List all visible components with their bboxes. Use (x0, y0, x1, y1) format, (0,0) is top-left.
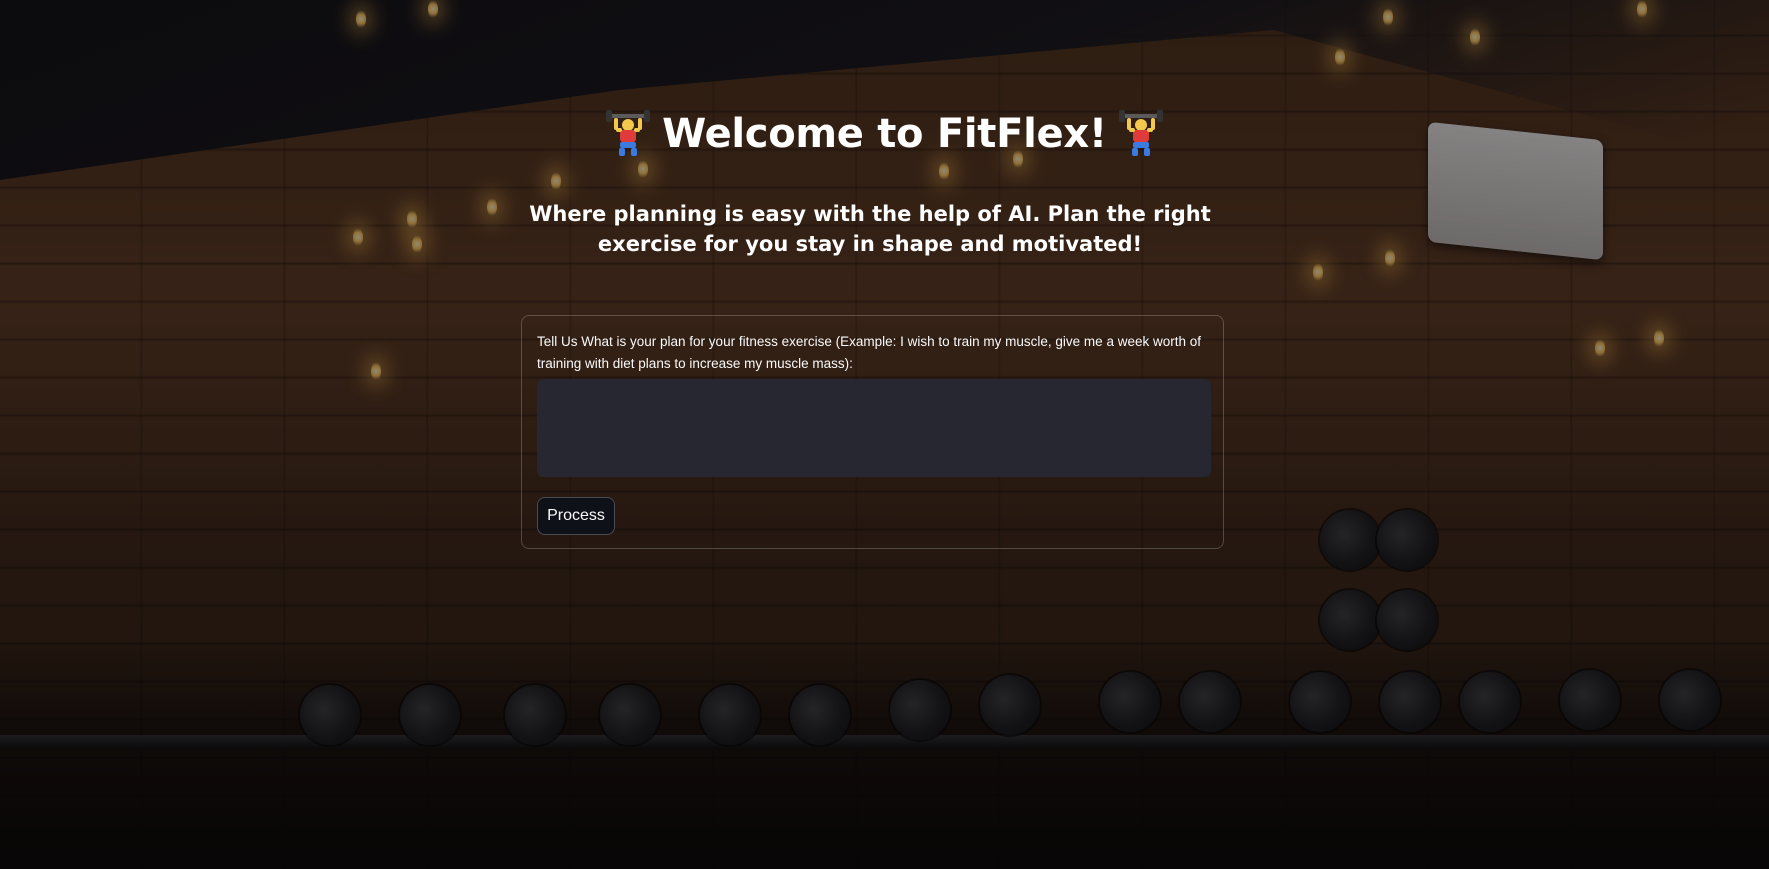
plan-textarea[interactable] (537, 379, 1211, 477)
page-title: Welcome to FitFlex! (0, 104, 1769, 164)
plan-input-label: Tell Us What is your plan for your fitne… (537, 334, 1201, 371)
exercise-plan-form: Tell Us What is your plan for your fitne… (521, 315, 1224, 549)
main-content: Welcome to FitFlex! Where planning is ea… (0, 0, 1769, 869)
process-button[interactable]: Process (537, 497, 615, 535)
page-subtitle: Where planning is easy with the help of … (529, 202, 1211, 256)
weightlifter-icon (1117, 108, 1165, 156)
page-title-text: Welcome to FitFlex! (662, 111, 1107, 157)
weightlifter-icon (604, 108, 652, 156)
